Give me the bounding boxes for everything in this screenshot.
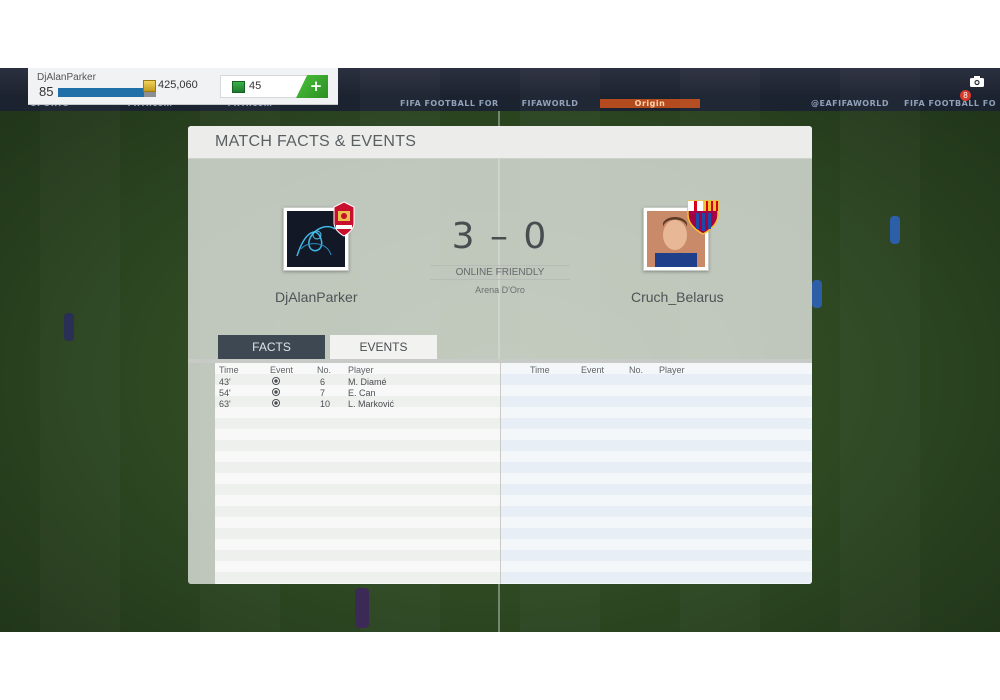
home-team-name: DjAlanParker bbox=[275, 289, 358, 305]
player-name: L. Marković bbox=[348, 399, 395, 409]
column-header-time: Time bbox=[530, 365, 550, 375]
player-figure bbox=[64, 313, 74, 341]
xp-progress-bar bbox=[58, 88, 156, 97]
camera-icon[interactable] bbox=[970, 76, 984, 87]
column-header-number: No. bbox=[317, 365, 332, 375]
grass-stripe bbox=[840, 68, 920, 632]
coin-balance: 425,060 bbox=[158, 79, 198, 91]
barcelona-badge-icon bbox=[687, 200, 719, 235]
ball-icon bbox=[272, 388, 280, 396]
match-facts-panel: MATCH FACTS & EVENTS DjAlanParker 3 – 0 … bbox=[188, 126, 812, 584]
player-name: E. Can bbox=[348, 388, 376, 398]
column-header-player: Player bbox=[659, 365, 685, 375]
player-figure bbox=[890, 216, 900, 244]
table-header-row: Time Event No. Player bbox=[501, 365, 812, 376]
column-header-time: Time bbox=[219, 365, 239, 375]
column-header-event: Event bbox=[581, 365, 605, 375]
player-number: 7 bbox=[320, 388, 326, 398]
home-events-table: Time Event No. Player 43' 6 M. Diamé 54' 7 E.… bbox=[215, 363, 500, 584]
event-time: 43' bbox=[219, 377, 231, 387]
goal-ball-icon bbox=[272, 388, 280, 399]
away-events-table: Time Event No. Player bbox=[501, 363, 812, 584]
match-venue: Arena D'Oro bbox=[475, 285, 525, 295]
notification-badge[interactable]: 8 bbox=[960, 90, 971, 101]
panel-header: MATCH FACTS & EVENTS bbox=[188, 126, 812, 159]
table-row: 63' 10 L. Marković bbox=[215, 399, 500, 410]
event-time: 54' bbox=[219, 388, 231, 398]
player-figure bbox=[812, 280, 822, 308]
ball-icon bbox=[272, 377, 280, 385]
final-score: 3 – 0 bbox=[451, 216, 549, 257]
buy-points-button[interactable]: + bbox=[296, 75, 328, 98]
column-header-event: Event bbox=[270, 365, 294, 375]
column-header-player: Player bbox=[348, 365, 374, 375]
goal-ball-icon bbox=[272, 377, 280, 388]
user-hud: DjAlanParker 85 425,060 45 + bbox=[28, 68, 338, 105]
event-time: 63' bbox=[219, 399, 231, 409]
username: DjAlanParker bbox=[37, 72, 96, 83]
points-balance: 45 bbox=[249, 80, 262, 92]
liverpool-badge-icon bbox=[333, 201, 355, 237]
match-type: ONLINE FRIENDLY bbox=[430, 265, 570, 280]
points-icon bbox=[232, 81, 245, 93]
xp-progress-fill bbox=[58, 88, 145, 97]
player-figure bbox=[355, 588, 369, 628]
away-team-name: Cruch_Belarus bbox=[631, 289, 724, 305]
table-row: 54' 7 E. Can bbox=[215, 388, 500, 399]
player-name: M. Diamé bbox=[348, 377, 387, 387]
goal-ball-icon bbox=[272, 399, 280, 410]
ball-icon bbox=[272, 399, 280, 407]
player-number: 10 bbox=[320, 399, 331, 409]
table-row: 43' 6 M. Diamé bbox=[215, 377, 500, 388]
grass-stripe bbox=[40, 68, 120, 632]
user-level: 85 bbox=[39, 84, 54, 99]
column-header-number: No. bbox=[629, 365, 644, 375]
tab-facts[interactable]: FACTS bbox=[218, 335, 325, 359]
coins-icon bbox=[143, 80, 156, 92]
points-box: 45 + bbox=[220, 75, 328, 98]
player-number: 6 bbox=[320, 377, 326, 387]
tab-events[interactable]: EVENTS bbox=[330, 335, 437, 359]
table-header-row: Time Event No. Player bbox=[215, 365, 500, 376]
panel-title: MATCH FACTS & EVENTS bbox=[215, 133, 417, 150]
